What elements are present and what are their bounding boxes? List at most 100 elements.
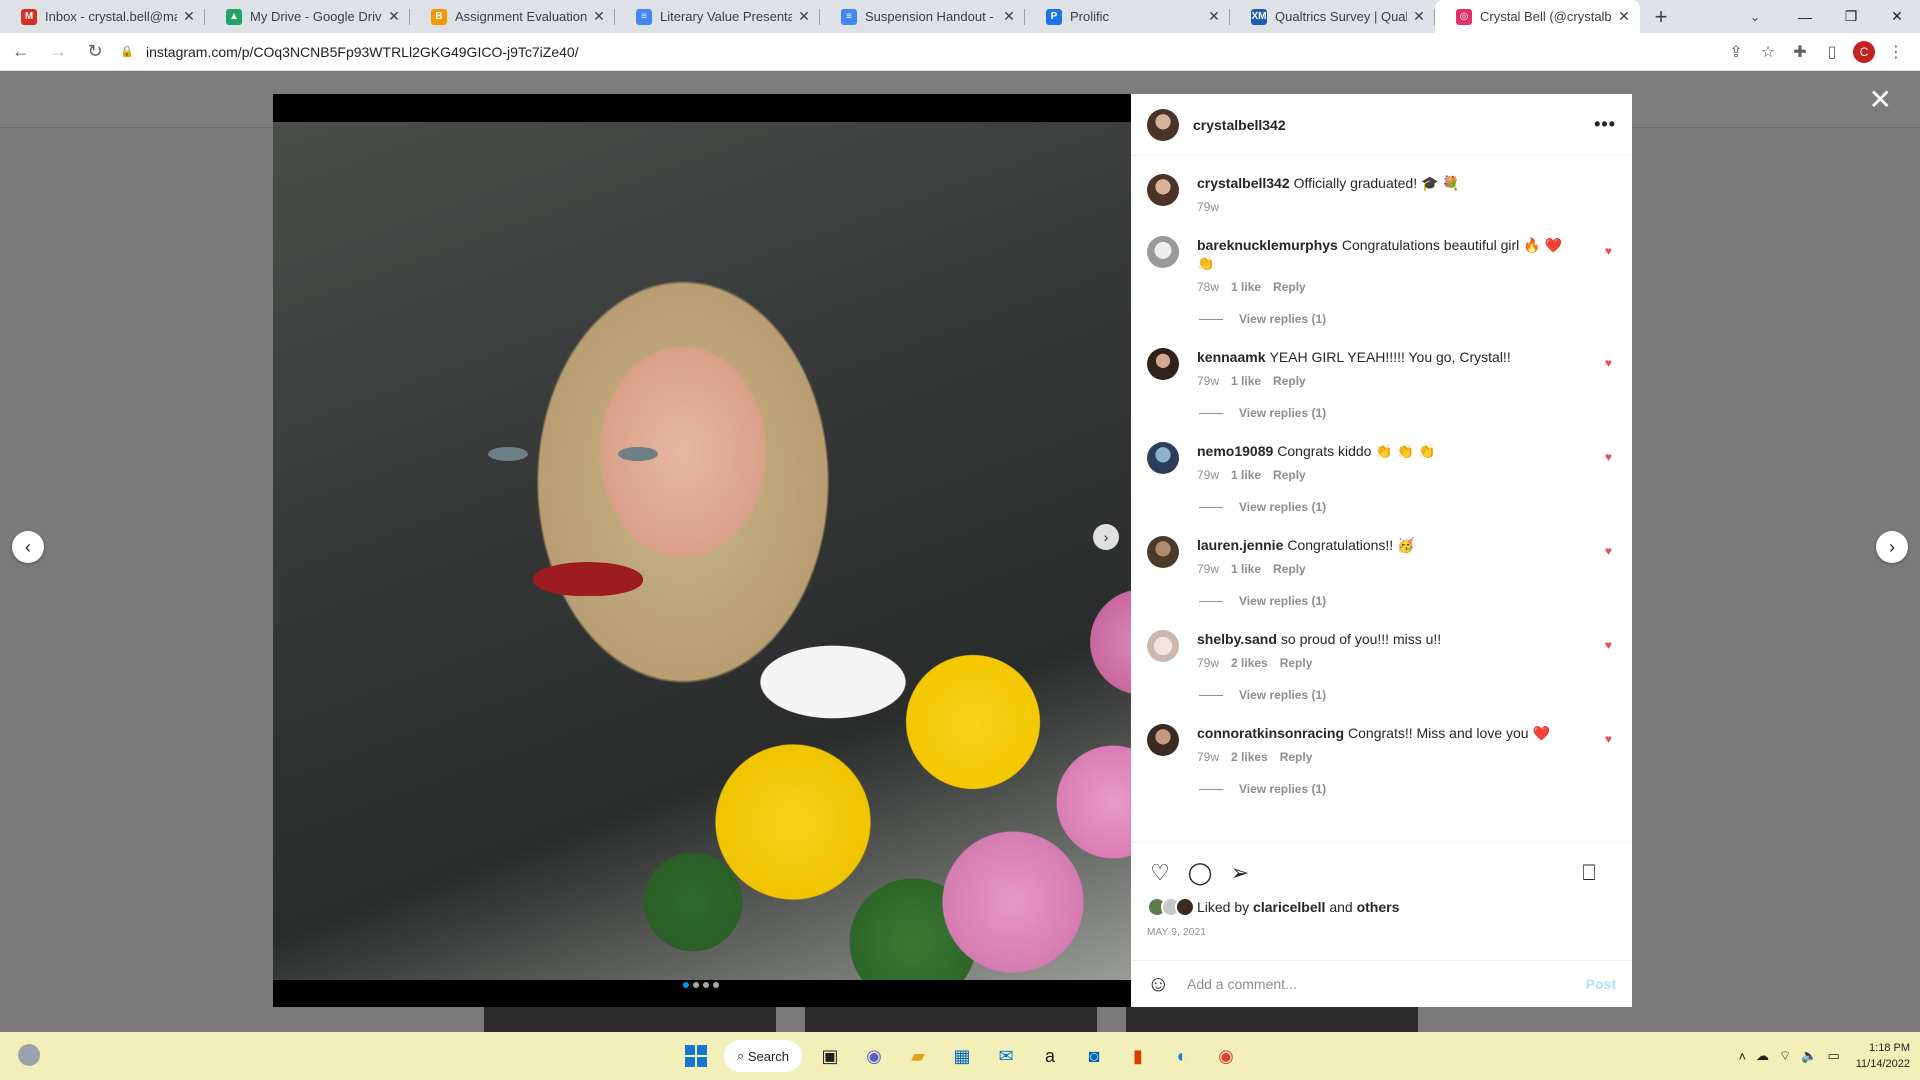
onedrive-icon[interactable]: ☁: [1756, 1048, 1769, 1064]
comment-input[interactable]: Add a comment...: [1187, 976, 1586, 992]
comment-time[interactable]: 79w: [1197, 468, 1219, 482]
amazon-icon[interactable]: a: [1030, 1038, 1070, 1074]
tab-close-icon[interactable]: ✕: [386, 8, 402, 25]
side-panel-icon[interactable]: ▯: [1816, 36, 1848, 68]
browser-tab[interactable]: ▲ My Drive - Google Drive ✕: [205, 0, 410, 33]
clock[interactable]: 1:18 PM 11/14/2022: [1856, 1040, 1910, 1072]
view-replies-button[interactable]: View replies (1): [1199, 312, 1616, 326]
liked-by-others[interactable]: others: [1357, 899, 1400, 915]
show-hidden-icons-icon[interactable]: ˄: [1738, 1049, 1746, 1064]
comment-likes[interactable]: 1 like: [1231, 374, 1261, 388]
view-replies-button[interactable]: View replies (1): [1199, 406, 1616, 420]
restore-icon[interactable]: ❐: [1828, 0, 1874, 33]
comment-likes[interactable]: 1 like: [1231, 468, 1261, 482]
comment-time[interactable]: 79w: [1197, 562, 1219, 576]
battery-icon[interactable]: ▭: [1827, 1048, 1839, 1064]
comment-bubble-icon[interactable]: ◯: [1187, 860, 1213, 886]
chrome-icon[interactable]: ◉: [1206, 1038, 1246, 1074]
tab-close-icon[interactable]: ✕: [1616, 8, 1632, 25]
task-view-icon[interactable]: ▣: [810, 1038, 850, 1074]
back-icon[interactable]: ←: [5, 36, 37, 68]
profile-avatar[interactable]: C: [1853, 41, 1875, 63]
tab-close-icon[interactable]: ✕: [796, 8, 812, 25]
forward-icon[interactable]: →: [42, 36, 74, 68]
chat-icon[interactable]: ◉: [854, 1038, 894, 1074]
store-icon[interactable]: ▦: [942, 1038, 982, 1074]
comment-like-heart-icon[interactable]: ♥: [1605, 450, 1612, 464]
comment-likes[interactable]: 1 like: [1231, 562, 1261, 576]
post-comment-button[interactable]: Post: [1586, 976, 1616, 992]
browser-tab[interactable]: ◎ Crystal Bell (@crystalbell342) ✕: [1435, 0, 1640, 33]
lock-icon[interactable]: 🔒: [120, 45, 134, 59]
view-replies-button[interactable]: View replies (1): [1199, 688, 1616, 702]
tab-close-icon[interactable]: ✕: [1206, 8, 1222, 25]
browser-tab[interactable]: B Assignment Evaluation - M ✕: [410, 0, 615, 33]
comment-like-heart-icon[interactable]: ♥: [1605, 732, 1612, 746]
start-windows-icon[interactable]: [676, 1038, 716, 1074]
view-replies-button[interactable]: View replies (1): [1199, 782, 1616, 796]
avatar[interactable]: [1147, 108, 1179, 141]
comment-username[interactable]: kennaamk: [1197, 349, 1265, 365]
weather-widget-icon[interactable]: [18, 1044, 40, 1066]
comment-username[interactable]: lauren.jennie: [1197, 537, 1283, 553]
comment-time[interactable]: 79w: [1197, 750, 1219, 764]
view-replies-button[interactable]: View replies (1): [1199, 500, 1616, 514]
url-text[interactable]: instagram.com/p/COq3NCNB5Fp93WTRLl2GKG49…: [146, 44, 579, 60]
share-icon[interactable]: ⇪: [1720, 36, 1752, 68]
tab-search-icon[interactable]: ⌄: [1740, 0, 1770, 33]
carousel-next-icon[interactable]: ›: [1093, 524, 1119, 550]
edge-icon[interactable]: ◐: [1162, 1038, 1202, 1074]
next-post-icon[interactable]: ›: [1876, 531, 1908, 563]
reply-button[interactable]: Reply: [1280, 656, 1313, 670]
taskbar-search[interactable]: ⌕ Search: [724, 1040, 802, 1072]
more-options-icon[interactable]: •••: [1594, 114, 1616, 135]
caption-time[interactable]: 79w: [1197, 200, 1219, 214]
reply-button[interactable]: Reply: [1273, 562, 1306, 576]
comment-username[interactable]: bareknucklemurphys: [1197, 237, 1338, 253]
avatar[interactable]: [1147, 348, 1179, 380]
share-paper-plane-icon[interactable]: ➢: [1227, 860, 1253, 886]
avatar[interactable]: [1147, 724, 1179, 756]
browser-tab[interactable]: M Inbox - crystal.bell@maine.edu ✕: [0, 0, 205, 33]
volume-icon[interactable]: 🔈: [1801, 1048, 1817, 1064]
browser-tab[interactable]: P Prolific ✕: [1025, 0, 1230, 33]
avatar[interactable]: [1147, 236, 1179, 268]
previous-post-icon[interactable]: ‹: [12, 531, 44, 563]
tab-close-icon[interactable]: ✕: [591, 8, 607, 25]
file-explorer-icon[interactable]: ▰: [898, 1038, 938, 1074]
tab-close-icon[interactable]: ✕: [1001, 8, 1017, 25]
like-heart-icon[interactable]: ♡: [1147, 860, 1173, 886]
comment-like-heart-icon[interactable]: ♥: [1605, 638, 1612, 652]
office-icon[interactable]: ▮: [1118, 1038, 1158, 1074]
reply-button[interactable]: Reply: [1273, 468, 1306, 482]
close-window-icon[interactable]: ✕: [1874, 0, 1920, 33]
comment-like-heart-icon[interactable]: ♥: [1605, 244, 1612, 258]
reply-button[interactable]: Reply: [1273, 374, 1306, 388]
avatar[interactable]: [1147, 536, 1179, 568]
extensions-icon[interactable]: ✚: [1784, 36, 1816, 68]
view-replies-button[interactable]: View replies (1): [1199, 594, 1616, 608]
liked-by-user[interactable]: claricelbell: [1253, 899, 1325, 915]
reply-button[interactable]: Reply: [1280, 750, 1313, 764]
tab-close-icon[interactable]: ✕: [181, 8, 197, 25]
comment-username[interactable]: connoratkinsonracing: [1197, 725, 1344, 741]
save-bookmark-icon[interactable]: ⎕: [1576, 860, 1602, 886]
close-modal-icon[interactable]: ✕: [1869, 86, 1892, 114]
emoji-icon[interactable]: ☺: [1147, 971, 1175, 997]
comment-like-heart-icon[interactable]: ♥: [1605, 544, 1612, 558]
comment-likes[interactable]: 1 like: [1231, 280, 1261, 294]
app-icon[interactable]: ◙: [1074, 1038, 1114, 1074]
new-tab-button[interactable]: +: [1646, 0, 1676, 33]
reply-button[interactable]: Reply: [1273, 280, 1306, 294]
browser-tab[interactable]: ≡ Suspension Handout - Goo ✕: [820, 0, 1025, 33]
avatar[interactable]: [1147, 442, 1179, 474]
browser-tab[interactable]: XM Qualtrics Survey | Qualtrics ✕: [1230, 0, 1435, 33]
avatar[interactable]: [1147, 174, 1179, 206]
comment-time[interactable]: 78w: [1197, 280, 1219, 294]
wifi-icon[interactable]: ⌔: [1779, 1048, 1791, 1064]
bookmark-star-icon[interactable]: ☆: [1752, 36, 1784, 68]
menu-icon[interactable]: ⋮: [1880, 36, 1912, 68]
caption-username[interactable]: crystalbell342: [1197, 175, 1290, 191]
comment-likes[interactable]: 2 likes: [1231, 656, 1268, 670]
comment-username[interactable]: shelby.sand: [1197, 631, 1277, 647]
